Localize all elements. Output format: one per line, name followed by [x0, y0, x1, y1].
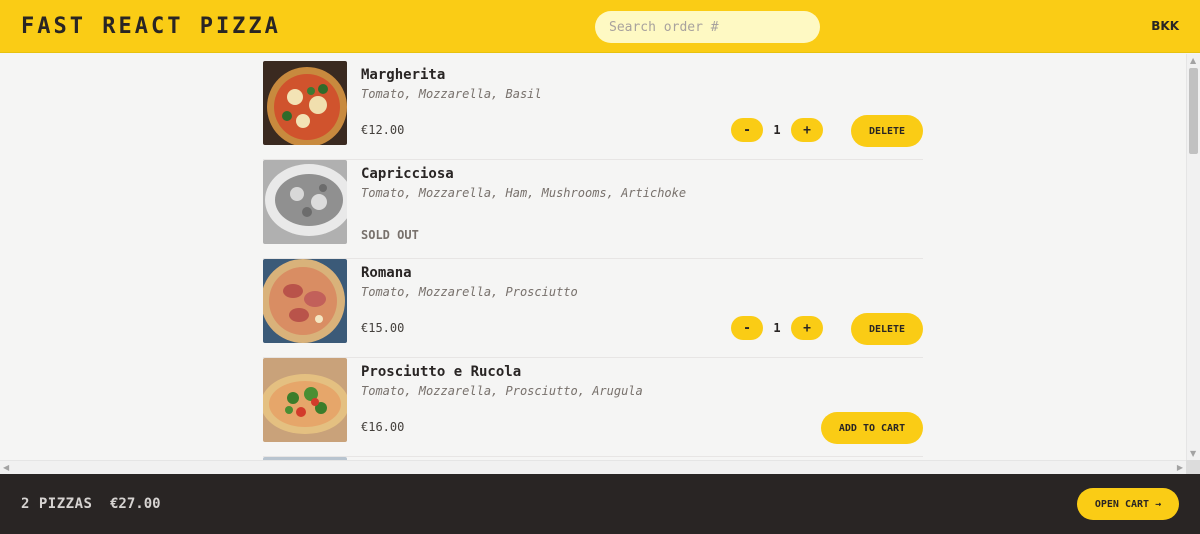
pizza-name: Romana: [361, 265, 412, 281]
quantity-stepper: - 1 +: [731, 316, 823, 340]
add-to-cart-button[interactable]: ADD TO CART: [821, 412, 923, 444]
cart-pizza-count: 2 PIZZAS: [21, 496, 93, 512]
scroll-left-arrow-icon[interactable]: ◀: [3, 463, 9, 472]
app-header: FAST REACT PIZZA BKK: [0, 0, 1200, 53]
vertical-scroll-thumb[interactable]: [1189, 68, 1198, 154]
menu-item-prosciutto-e-rucola: Prosciutto e Rucola Tomato, Mozzarella, …: [263, 358, 923, 457]
increase-quantity-button[interactable]: +: [791, 118, 823, 142]
vertical-scrollbar[interactable]: ▲ ▼: [1186, 54, 1200, 460]
scroll-up-arrow-icon[interactable]: ▲: [1190, 56, 1196, 65]
delete-button[interactable]: DELETE: [851, 313, 923, 345]
scroll-down-arrow-icon[interactable]: ▼: [1190, 449, 1196, 458]
scrollbar-corner: [1186, 460, 1200, 474]
pizza-price: €16.00: [361, 420, 405, 434]
scroll-right-arrow-icon[interactable]: ▶: [1177, 463, 1183, 472]
pizza-name: Prosciutto e Rucola: [361, 364, 522, 380]
menu-area: Margherita Tomato, Mozzarella, Basil €12…: [0, 54, 1186, 460]
pizza-image: [263, 160, 347, 244]
quantity-value: 1: [773, 123, 781, 137]
quantity-stepper: - 1 +: [731, 118, 823, 142]
cart-total-price: €27.00: [110, 496, 161, 512]
pizza-ingredients: Tomato, Mozzarella, Ham, Mushrooms, Arti…: [361, 186, 687, 200]
menu-item-capricciosa: Capricciosa Tomato, Mozzarella, Ham, Mus…: [263, 160, 923, 259]
increase-quantity-button[interactable]: +: [791, 316, 823, 340]
pizza-image: [263, 61, 347, 145]
pizza-price: €12.00: [361, 123, 405, 137]
pizza-image: [263, 259, 347, 343]
app-logo[interactable]: FAST REACT PIZZA: [21, 14, 281, 39]
horizontal-scrollbar[interactable]: ◀ ▶: [0, 460, 1186, 474]
pizza-name: Margherita: [361, 67, 446, 83]
quantity-value: 1: [773, 321, 781, 335]
pizza-ingredients: Tomato, Mozzarella, Basil: [361, 87, 542, 101]
menu-item-margherita: Margherita Tomato, Mozzarella, Basil €12…: [263, 61, 923, 160]
pizza-name: Capricciosa: [361, 166, 454, 182]
menu-list: Margherita Tomato, Mozzarella, Basil €12…: [263, 61, 923, 460]
decrease-quantity-button[interactable]: -: [731, 118, 763, 142]
decrease-quantity-button[interactable]: -: [731, 316, 763, 340]
cart-overview: 2 PIZZAS €27.00 OPEN CART →: [0, 474, 1200, 534]
pizza-price: €15.00: [361, 321, 405, 335]
pizza-image: [263, 358, 347, 442]
delete-button[interactable]: DELETE: [851, 115, 923, 147]
menu-item-romana: Romana Tomato, Mozzarella, Prosciutto €1…: [263, 259, 923, 358]
open-cart-button[interactable]: OPEN CART →: [1077, 488, 1179, 520]
pizza-ingredients: Tomato, Mozzarella, Prosciutto, Arugula: [361, 384, 643, 398]
pizza-ingredients: Tomato, Mozzarella, Prosciutto: [361, 285, 578, 299]
sold-out-label: SOLD OUT: [361, 228, 419, 242]
username: BKK: [1151, 19, 1179, 33]
search-order-input[interactable]: [595, 11, 820, 43]
